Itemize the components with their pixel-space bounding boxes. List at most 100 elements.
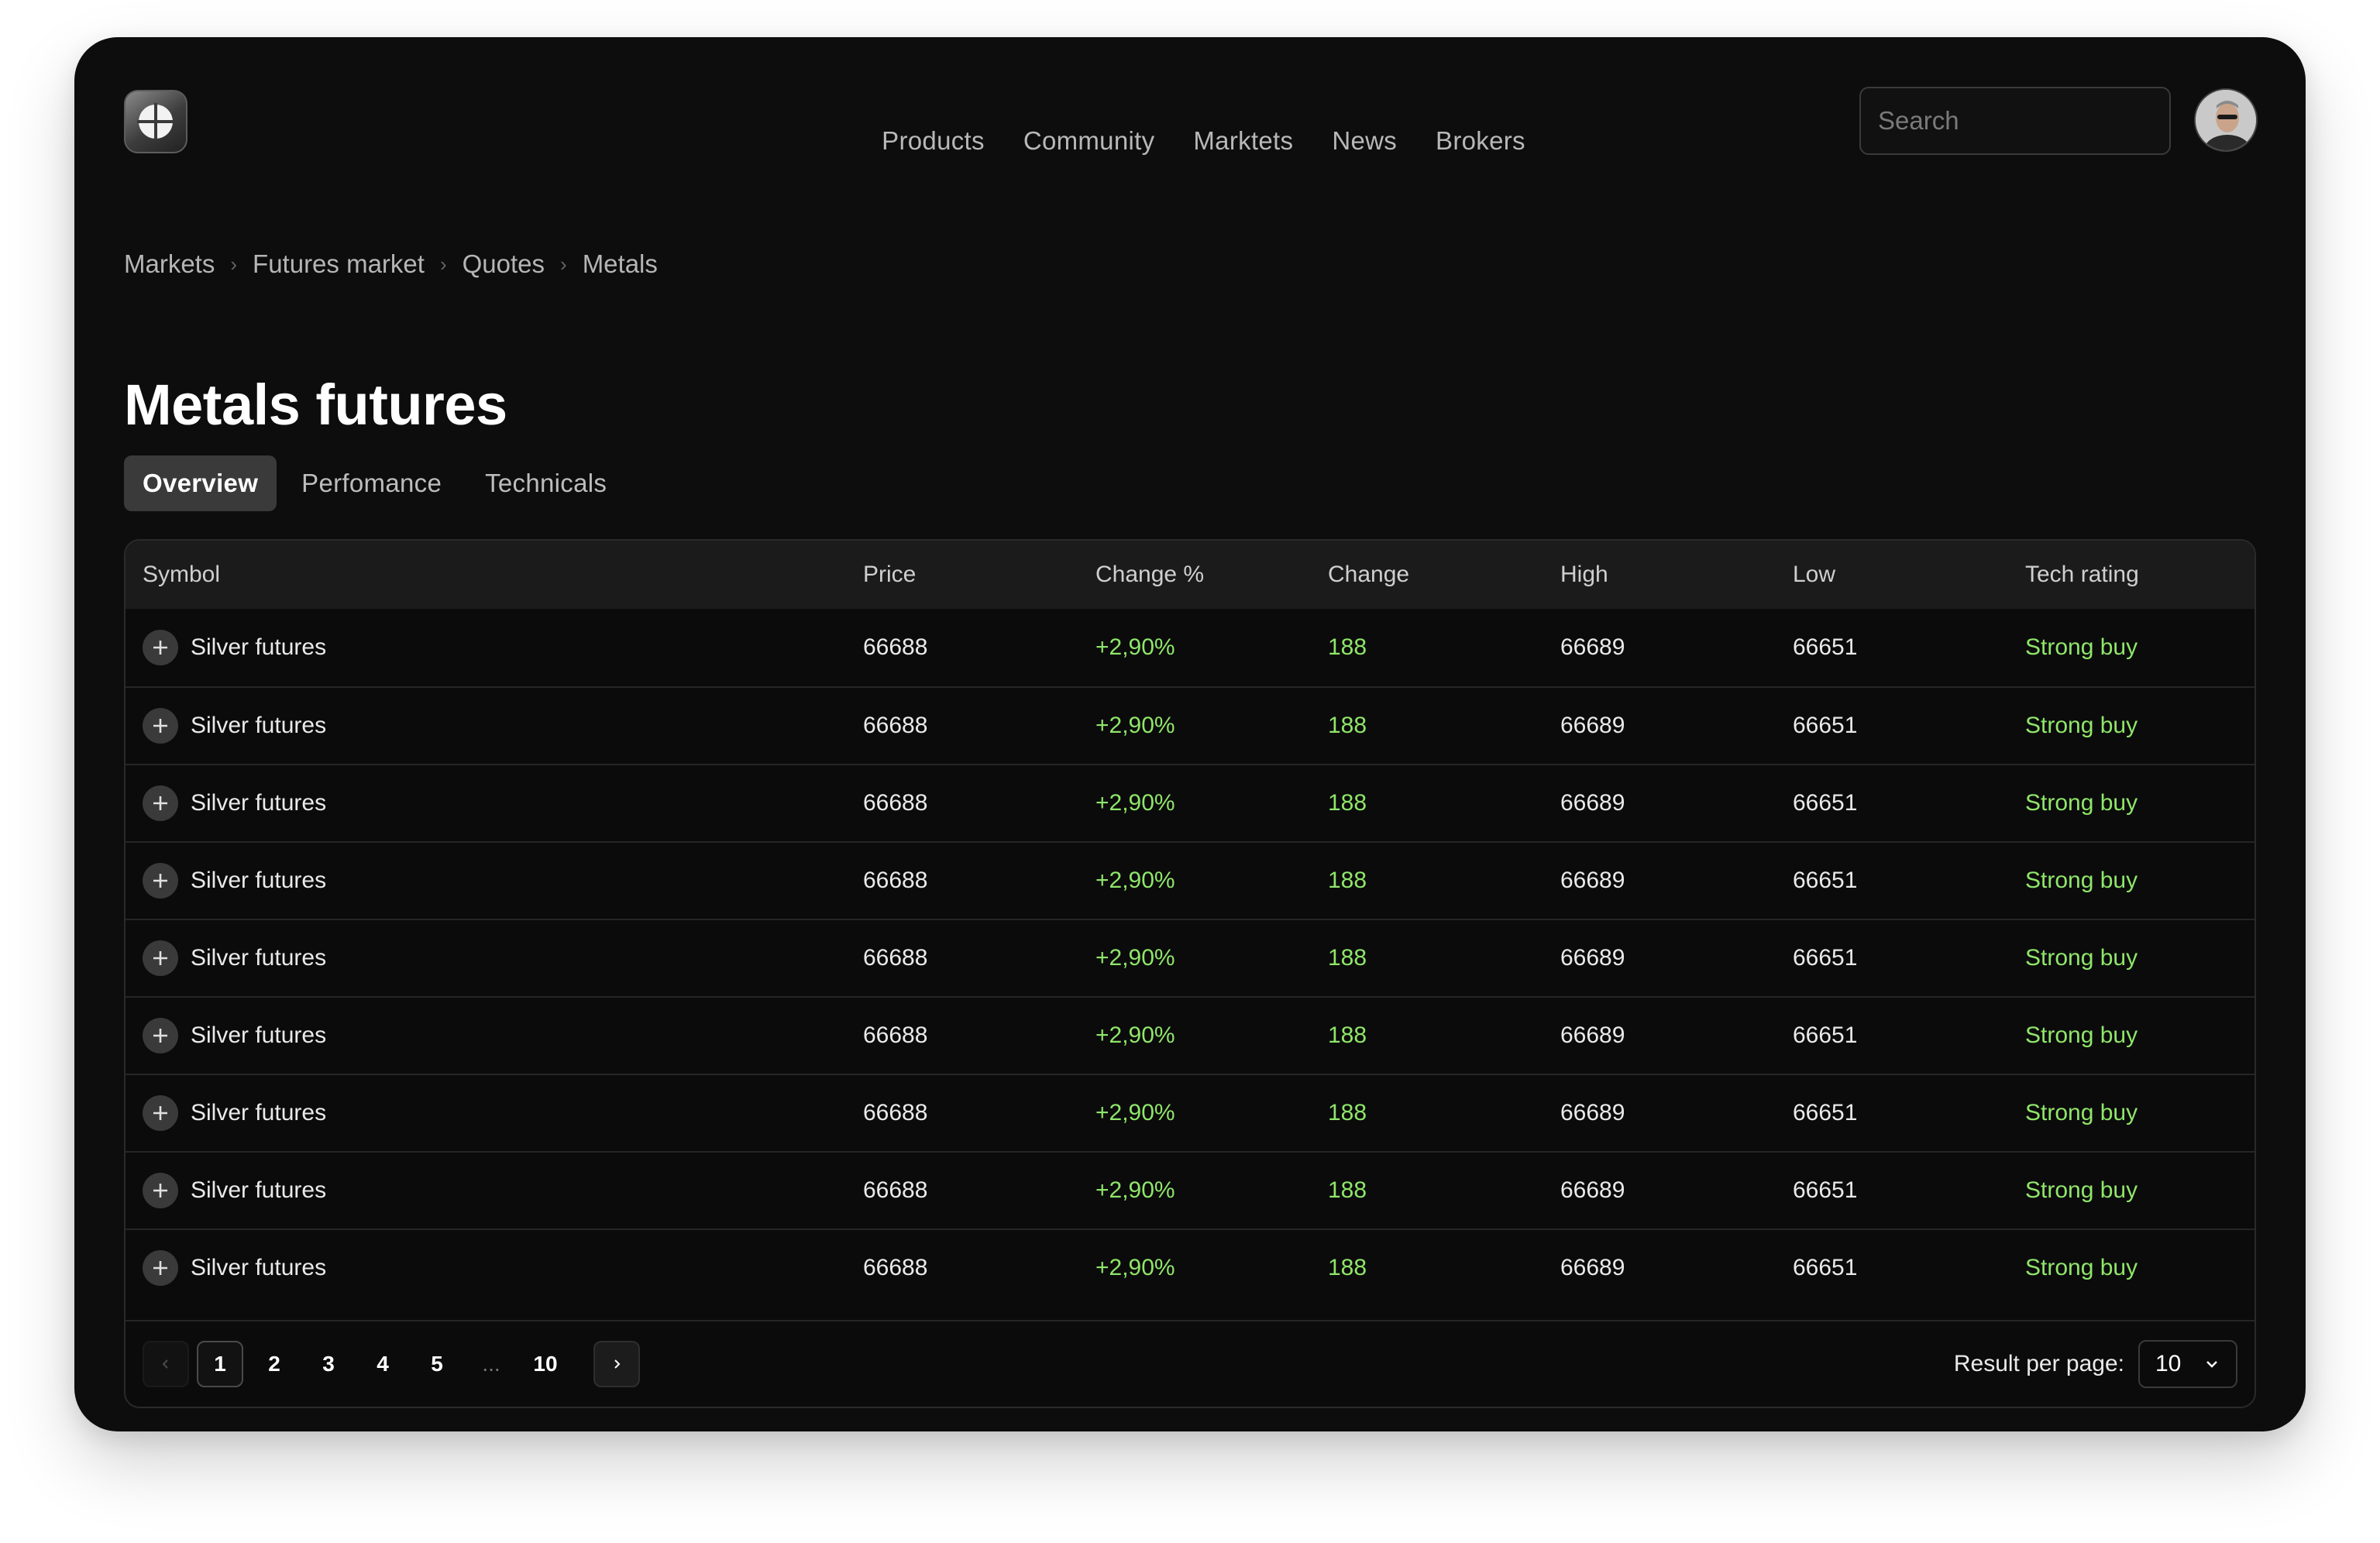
column-header-tech-rating[interactable]: Tech rating bbox=[2025, 562, 2254, 588]
column-header-price[interactable]: Price bbox=[863, 562, 1095, 588]
nav-item-markets[interactable]: Marktets bbox=[1193, 126, 1293, 156]
breadcrumb-item-markets[interactable]: Markets bbox=[124, 249, 215, 279]
cell-high: 66689 bbox=[1560, 790, 1625, 816]
chevron-right-icon bbox=[614, 1359, 621, 1369]
tab-bar: Overview Perfomance Technicals bbox=[124, 455, 625, 511]
avatar[interactable] bbox=[2194, 88, 2258, 152]
cell-price: 66688 bbox=[863, 1177, 928, 1203]
cell-high: 66689 bbox=[1560, 634, 1625, 660]
cell-low: 66651 bbox=[1793, 1100, 1858, 1125]
cell-change: 188 bbox=[1328, 945, 1367, 971]
cell-change-pct: +2,90% bbox=[1095, 1022, 1175, 1048]
table-row[interactable]: Silver futures 66688 +2,90% 188 66689 66651 St… bbox=[126, 609, 2254, 686]
cell-change-pct: +2,90% bbox=[1095, 713, 1175, 738]
pagination: 1 2 3 4 5 ... 10 bbox=[143, 1341, 640, 1387]
breadcrumb-item-metals[interactable]: Metals bbox=[583, 249, 658, 279]
nav-item-news[interactable]: News bbox=[1332, 126, 1397, 156]
page-2-button[interactable]: 2 bbox=[251, 1341, 298, 1387]
results-per-page: Result per page: 10 bbox=[1954, 1340, 2237, 1388]
per-page-select[interactable]: 10 bbox=[2138, 1340, 2237, 1388]
search-input[interactable] bbox=[1878, 106, 2207, 136]
plus-icon[interactable] bbox=[143, 1173, 178, 1208]
table-row[interactable]: Silver futures 66688 +2,90% 188 66689 66651 St… bbox=[126, 1151, 2254, 1229]
cell-tech-rating: Strong buy bbox=[2025, 1022, 2138, 1048]
cell-low: 66651 bbox=[1793, 945, 1858, 971]
cell-change-pct: +2,90% bbox=[1095, 1100, 1175, 1125]
cell-low: 66651 bbox=[1793, 1022, 1858, 1048]
table-row[interactable]: Silver futures 66688 +2,90% 188 66689 66651 St… bbox=[126, 764, 2254, 841]
cell-change: 188 bbox=[1328, 868, 1367, 893]
cell-symbol: Silver futures bbox=[126, 708, 863, 744]
page-4-button[interactable]: 4 bbox=[359, 1341, 406, 1387]
symbol-name[interactable]: Silver futures bbox=[191, 1255, 326, 1281]
plus-icon[interactable] bbox=[143, 1095, 178, 1131]
cell-change-pct: +2,90% bbox=[1095, 1255, 1175, 1280]
page-3-button[interactable]: 3 bbox=[305, 1341, 352, 1387]
plus-icon[interactable] bbox=[143, 940, 178, 976]
column-header-symbol[interactable]: Symbol bbox=[126, 562, 863, 588]
tab-overview[interactable]: Overview bbox=[124, 455, 277, 511]
plus-icon[interactable] bbox=[143, 1250, 178, 1286]
chevron-down-icon bbox=[2206, 1361, 2217, 1368]
cell-symbol: Silver futures bbox=[126, 1095, 863, 1131]
cell-high: 66689 bbox=[1560, 713, 1625, 738]
app-window: Products Community Marktets News Brokers bbox=[74, 37, 2306, 1431]
column-header-high[interactable]: High bbox=[1560, 562, 1793, 588]
symbol-name[interactable]: Silver futures bbox=[191, 945, 326, 971]
table-row[interactable]: Silver futures 66688 +2,90% 188 66689 66651 St… bbox=[126, 686, 2254, 764]
table-row[interactable]: Silver futures 66688 +2,90% 188 66689 66651 St… bbox=[126, 919, 2254, 996]
cell-price: 66688 bbox=[863, 945, 928, 971]
page-1-button[interactable]: 1 bbox=[197, 1341, 243, 1387]
cell-tech-rating: Strong buy bbox=[2025, 634, 2138, 660]
symbol-name[interactable]: Silver futures bbox=[191, 713, 326, 739]
next-page-button[interactable] bbox=[593, 1341, 640, 1387]
search-box bbox=[1859, 87, 2230, 155]
column-header-low[interactable]: Low bbox=[1793, 562, 2025, 588]
chevron-right-icon: › bbox=[439, 252, 447, 276]
cell-low: 66651 bbox=[1793, 790, 1858, 816]
table-row[interactable]: Silver futures 66688 +2,90% 188 66689 66651 St… bbox=[126, 841, 2254, 919]
cell-change-pct: +2,90% bbox=[1095, 1177, 1175, 1203]
cell-symbol: Silver futures bbox=[126, 630, 863, 665]
cell-change: 188 bbox=[1328, 1177, 1367, 1203]
tab-technicals[interactable]: Technicals bbox=[466, 455, 625, 511]
plus-icon[interactable] bbox=[143, 863, 178, 899]
page-5-button[interactable]: 5 bbox=[414, 1341, 460, 1387]
nav-item-products[interactable]: Products bbox=[882, 126, 985, 156]
symbol-name[interactable]: Silver futures bbox=[191, 868, 326, 894]
cell-high: 66689 bbox=[1560, 1177, 1625, 1203]
table-row[interactable]: Silver futures 66688 +2,90% 188 66689 66651 St… bbox=[126, 1074, 2254, 1151]
symbol-name[interactable]: Silver futures bbox=[191, 790, 326, 816]
cell-tech-rating: Strong buy bbox=[2025, 868, 2138, 893]
plus-icon[interactable] bbox=[143, 708, 178, 744]
symbol-name[interactable]: Silver futures bbox=[191, 1100, 326, 1126]
cell-price: 66688 bbox=[863, 790, 928, 816]
chevron-right-icon: › bbox=[230, 252, 238, 276]
table-row[interactable]: Silver futures 66688 +2,90% 188 66689 66651 St… bbox=[126, 996, 2254, 1074]
cell-change-pct: +2,90% bbox=[1095, 868, 1175, 893]
cell-tech-rating: Strong buy bbox=[2025, 1255, 2138, 1280]
plus-icon[interactable] bbox=[143, 785, 178, 821]
breadcrumb-item-quotes[interactable]: Quotes bbox=[463, 249, 545, 279]
nav-item-community[interactable]: Community bbox=[1023, 126, 1155, 156]
cell-change-pct: +2,90% bbox=[1095, 790, 1175, 816]
table-row[interactable]: Silver futures 66688 +2,90% 188 66689 66651 St… bbox=[126, 1229, 2254, 1306]
tab-performance[interactable]: Perfomance bbox=[283, 455, 460, 511]
breadcrumb-item-futures-market[interactable]: Futures market bbox=[253, 249, 425, 279]
per-page-label: Result per page: bbox=[1953, 1351, 2124, 1376]
cell-tech-rating: Strong buy bbox=[2025, 790, 2138, 816]
column-header-change[interactable]: Change bbox=[1328, 562, 1560, 588]
plus-icon[interactable] bbox=[143, 630, 178, 665]
plus-icon[interactable] bbox=[143, 1018, 178, 1053]
column-header-change-pct[interactable]: Change % bbox=[1095, 562, 1328, 588]
cell-low: 66651 bbox=[1793, 634, 1858, 660]
symbol-name[interactable]: Silver futures bbox=[191, 1022, 326, 1049]
cell-symbol: Silver futures bbox=[126, 785, 863, 821]
page-10-button[interactable]: 10 bbox=[522, 1341, 569, 1387]
symbol-name[interactable]: Silver futures bbox=[191, 634, 326, 661]
cell-symbol: Silver futures bbox=[126, 1018, 863, 1053]
symbol-name[interactable]: Silver futures bbox=[191, 1177, 326, 1204]
prev-page-button[interactable] bbox=[143, 1341, 189, 1387]
nav-item-brokers[interactable]: Brokers bbox=[1436, 126, 1525, 156]
cell-price: 66688 bbox=[863, 634, 928, 660]
